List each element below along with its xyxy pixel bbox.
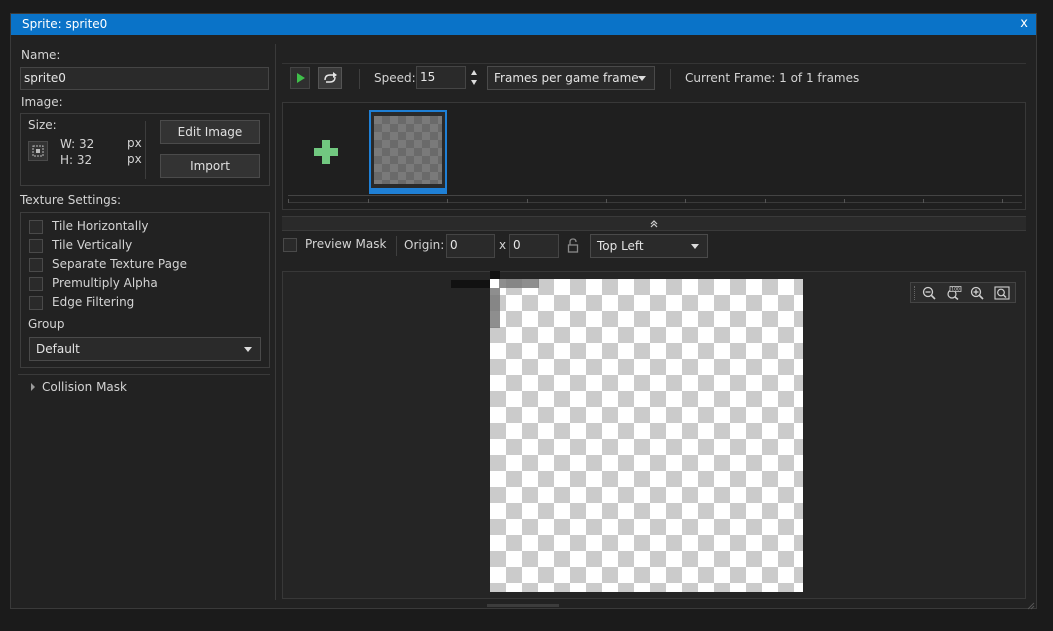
frame-selection-bar — [371, 188, 445, 192]
toolbar-sep — [670, 69, 671, 89]
timeline-track — [288, 202, 1022, 203]
origin-label: Origin: — [404, 238, 445, 252]
zoom-100-icon[interactable]: 100 — [946, 286, 962, 300]
height-value: H: 32 — [60, 153, 93, 167]
add-frame-icon[interactable] — [312, 138, 340, 166]
loop-icon — [324, 72, 337, 83]
collapse-frames-bar[interactable] — [282, 216, 1026, 231]
play-button[interactable] — [290, 67, 310, 89]
speed-mode-dropdown[interactable]: Frames per game frame — [487, 66, 655, 90]
current-frame-label: Current Frame: 1 of 1 frames — [685, 71, 860, 85]
loop-button[interactable] — [318, 67, 342, 89]
edit-image-button[interactable]: Edit Image — [160, 120, 260, 144]
zoom-fit-icon[interactable] — [994, 286, 1010, 300]
lock-icon[interactable] — [566, 238, 580, 254]
premultiply-alpha-checkbox[interactable] — [29, 277, 43, 291]
origin-marker[interactable] — [490, 279, 499, 288]
chevron-down-icon — [244, 347, 252, 352]
texture-settings-group: Tile Horizontally Tile Vertically Separa… — [20, 212, 270, 368]
preview-mask-label: Preview Mask — [305, 237, 387, 251]
edge-filtering-label: Edge Filtering — [52, 295, 135, 309]
collision-mask-label: Collision Mask — [42, 380, 127, 394]
zoom-in-icon[interactable] — [970, 286, 986, 300]
origin-mode-dropdown[interactable]: Top Left — [590, 234, 708, 258]
origin-mode-value: Top Left — [597, 239, 644, 253]
play-icon — [297, 73, 305, 83]
chevron-down-icon[interactable] — [471, 80, 477, 85]
speed-label: Speed: — [374, 71, 416, 85]
expand-arrow-icon — [31, 383, 35, 391]
frame-strip — [282, 102, 1026, 210]
separate-texture-page-label: Separate Texture Page — [52, 257, 187, 271]
edge-filtering-checkbox[interactable] — [29, 296, 43, 310]
name-input[interactable]: sprite0 — [20, 67, 269, 90]
group-label: Group — [28, 317, 65, 331]
width-unit: px — [127, 136, 142, 150]
chevron-down-icon — [638, 76, 646, 81]
zoom-out-icon[interactable] — [922, 286, 938, 300]
speed-mode-value: Frames per game frame — [494, 71, 639, 85]
tile-vertically-checkbox[interactable] — [29, 239, 43, 253]
frame-thumbnail[interactable] — [369, 110, 447, 194]
sprite-image[interactable] — [490, 279, 803, 592]
size-label: Size: — [28, 118, 57, 132]
tile-horizontally-checkbox[interactable] — [29, 220, 43, 234]
resize-icon[interactable] — [28, 141, 48, 161]
timeline-ruler — [288, 195, 1022, 196]
panel-splitter[interactable] — [275, 44, 276, 600]
zoom-toolbar: 100 — [910, 282, 1016, 303]
import-button[interactable]: Import — [160, 154, 260, 178]
premultiply-alpha-label: Premultiply Alpha — [52, 276, 158, 290]
tile-horizontally-label: Tile Horizontally — [52, 219, 149, 233]
chevron-down-icon — [691, 244, 699, 249]
frame-preview — [374, 116, 442, 184]
group-dropdown[interactable]: Default — [29, 337, 261, 361]
origin-y-input[interactable]: 0 — [509, 234, 559, 258]
preview-mask-checkbox[interactable] — [283, 238, 297, 252]
image-label: Image: — [21, 95, 63, 109]
group-dropdown-value: Default — [36, 342, 80, 356]
sprite-editor-window: Sprite: sprite0 x Name: sprite0 Image: S… — [10, 13, 1037, 610]
tile-vertically-label: Tile Vertically — [52, 238, 133, 252]
close-button[interactable]: x — [1020, 16, 1028, 31]
origin-separator: x — [499, 238, 507, 252]
origin-marker-shadow-h — [499, 279, 539, 288]
zoom-toolbar-grip[interactable] — [914, 286, 917, 300]
speed-spinner[interactable] — [470, 69, 480, 89]
speed-input[interactable]: 15 — [416, 66, 466, 89]
title-bar[interactable]: Sprite: sprite0 x — [11, 14, 1036, 35]
toolbar-sep — [359, 69, 360, 89]
sprite-canvas[interactable]: 100 — [282, 271, 1026, 599]
texture-settings-label: Texture Settings: — [20, 193, 122, 207]
chevron-up-icon[interactable] — [471, 70, 477, 75]
toolbar-top-rule — [282, 63, 1026, 64]
image-group: Size: W: 32 H: 32 px px Edit Image Impor… — [20, 113, 270, 186]
horizontal-scroll-indicator[interactable] — [487, 604, 559, 607]
svg-text:100: 100 — [951, 287, 960, 293]
width-value: W: 32 — [60, 137, 95, 151]
size-divider — [145, 121, 146, 179]
origin-x-input[interactable]: 0 — [446, 234, 495, 258]
section-divider — [18, 374, 270, 375]
properties-panel: Name: sprite0 Image: Size: W: 32 H: 32 p… — [11, 35, 275, 607]
separate-texture-page-checkbox[interactable] — [29, 258, 43, 272]
double-chevron-up-icon — [650, 220, 658, 228]
window-title: Sprite: sprite0 — [22, 17, 108, 31]
origin-sep — [396, 236, 397, 256]
origin-marker-shadow — [490, 288, 500, 328]
collision-mask-section[interactable]: Collision Mask — [20, 377, 220, 397]
name-label: Name: — [21, 48, 61, 62]
resize-grip-icon[interactable] — [1027, 599, 1035, 610]
height-unit: px — [127, 152, 142, 166]
